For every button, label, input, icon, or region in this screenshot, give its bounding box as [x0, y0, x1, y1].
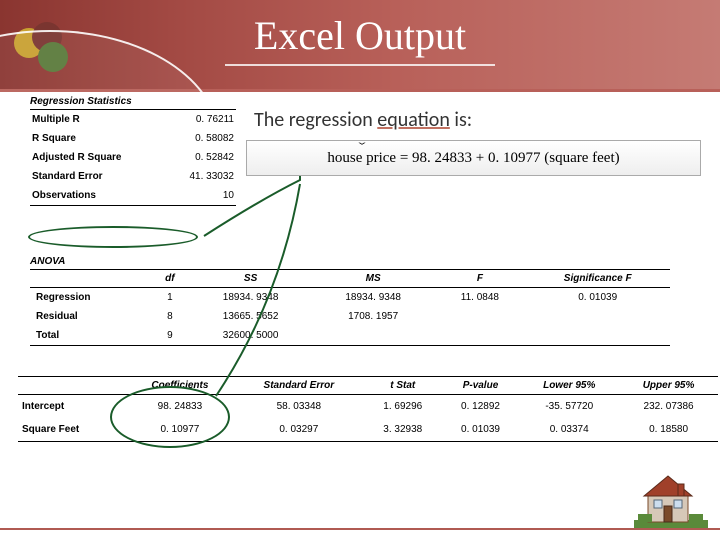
anova-cell: 13665. 5652 — [189, 307, 312, 326]
anova-header: F — [434, 270, 525, 288]
coef-header: Lower 95% — [519, 377, 619, 395]
coef-cell: -35. 57720 — [519, 395, 619, 419]
slide-title: Excel Output — [0, 12, 720, 59]
stat-value: 41. 33032 — [166, 167, 236, 186]
regression-statistics-table: Multiple R 0. 76211 R Square 0. 58082 Ad… — [30, 109, 236, 206]
coef-cell: Square Feet — [18, 418, 126, 442]
coef-cell: Intercept — [18, 395, 126, 419]
table-row: Residual 8 13665. 5652 1708. 1957 — [30, 307, 670, 326]
coef-cell: 232. 07386 — [619, 395, 718, 419]
coef-cell: 0. 18580 — [619, 418, 718, 442]
anova-cell: 9 — [150, 326, 189, 346]
stat-value: 0. 58082 — [166, 129, 236, 148]
coef-cell: 58. 03348 — [234, 395, 364, 419]
coef-header: Coefficients — [126, 377, 234, 395]
anova-title: ANOVA — [30, 256, 670, 267]
anova-cell: Total — [30, 326, 150, 346]
anova-cell: 1708. 1957 — [312, 307, 435, 326]
anova-cell: 18934. 9348 — [312, 288, 435, 308]
table-row: Square Feet 0. 10977 0. 03297 3. 32938 0… — [18, 418, 718, 442]
coef-header: Upper 95% — [619, 377, 718, 395]
anova-cell — [525, 307, 670, 326]
anova-cell: Regression — [30, 288, 150, 308]
equation-text: house price house price = 98. 24833 + 0.… — [327, 150, 619, 167]
footer-rule — [0, 528, 720, 540]
coef-cell: 0. 12892 — [442, 395, 520, 419]
anova-header — [30, 270, 150, 288]
coef-header: t Stat — [364, 377, 442, 395]
slide-header: Excel Output — [0, 0, 720, 92]
coef-cell: 0. 03374 — [519, 418, 619, 442]
caption-prefix: The regression — [254, 108, 377, 132]
coef-cell: 0. 10977 — [126, 418, 234, 442]
coefficients-table: Coefficients Standard Error t Stat P-val… — [18, 376, 718, 442]
coef-header: P-value — [442, 377, 520, 395]
anova-cell: 8 — [150, 307, 189, 326]
coef-cell: 98. 24833 — [126, 395, 234, 419]
anova-header: MS — [312, 270, 435, 288]
anova-cell — [434, 307, 525, 326]
stat-label: R Square — [30, 129, 166, 148]
house-icon — [634, 470, 708, 530]
regression-statistics-title: Regression Statistics — [30, 96, 236, 107]
regression-equation-caption: The regression equation is: — [254, 108, 472, 132]
anova-cell: 32600. 5000 — [189, 326, 312, 346]
anova-table: df SS MS F Significance F Regression 1 1… — [30, 269, 670, 346]
stat-label: Standard Error — [30, 167, 166, 186]
anova-cell: 1 — [150, 288, 189, 308]
title-underline — [225, 64, 495, 66]
anova-cell — [312, 326, 435, 346]
regression-statistics-block: Regression Statistics Multiple R 0. 7621… — [30, 96, 236, 206]
caption-suffix: is: — [450, 108, 472, 132]
coef-cell: 0. 03297 — [234, 418, 364, 442]
stat-label: Observations — [30, 186, 166, 206]
stat-label: Adjusted R Square — [30, 148, 166, 167]
coef-cell: 0. 01039 — [442, 418, 520, 442]
stat-value: 0. 76211 — [166, 110, 236, 130]
caption-underlined: equation — [377, 108, 450, 132]
anova-cell — [434, 326, 525, 346]
stat-value: 10 — [166, 186, 236, 206]
table-row: Regression 1 18934. 9348 18934. 9348 11.… — [30, 288, 670, 308]
anova-block: ANOVA df SS MS F Significance F Regressi… — [30, 256, 670, 346]
anova-header: SS — [189, 270, 312, 288]
coef-header: Standard Error — [234, 377, 364, 395]
regression-equation-box: house price house price = 98. 24833 + 0.… — [246, 140, 701, 176]
coefficients-block: Coefficients Standard Error t Stat P-val… — [18, 376, 718, 442]
anova-cell: Residual — [30, 307, 150, 326]
anova-cell: 11. 0848 — [434, 288, 525, 308]
anova-header: df — [150, 270, 189, 288]
table-row: Total 9 32600. 5000 — [30, 326, 670, 346]
coef-cell: 1. 69296 — [364, 395, 442, 419]
table-row: Intercept 98. 24833 58. 03348 1. 69296 0… — [18, 395, 718, 419]
stat-label: Multiple R — [30, 110, 166, 130]
anova-header: Significance F — [525, 270, 670, 288]
coef-header — [18, 377, 126, 395]
anova-cell — [525, 326, 670, 346]
anova-cell: 0. 01039 — [525, 288, 670, 308]
stat-value: 0. 52842 — [166, 148, 236, 167]
anova-cell: 18934. 9348 — [189, 288, 312, 308]
coef-cell: 3. 32938 — [364, 418, 442, 442]
